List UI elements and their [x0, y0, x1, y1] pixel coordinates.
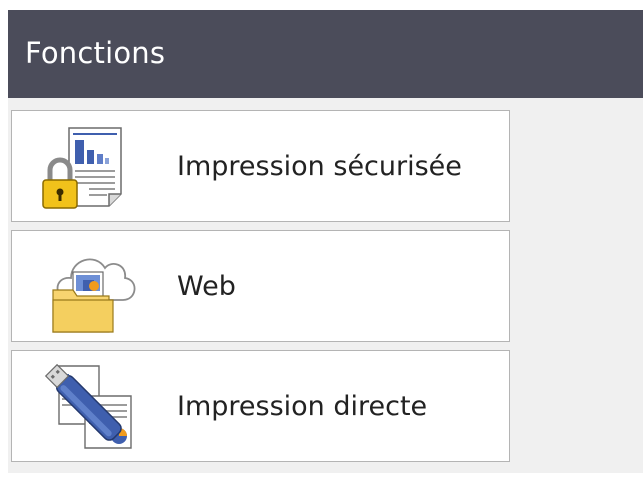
menu-item-label: Impression directe: [177, 391, 428, 422]
bottom-strip: [0, 473, 643, 484]
menu-item-secure-print[interactable]: Impression sécurisée: [11, 110, 510, 222]
menu-item-label: Web: [177, 271, 236, 302]
title-bar: Fonctions: [8, 10, 643, 98]
usb-direct-print-icon: [39, 360, 139, 454]
menu-item-web[interactable]: Web: [11, 230, 510, 342]
menu-item-direct-print[interactable]: Impression directe: [11, 350, 510, 462]
secure-print-lock-icon: [39, 120, 139, 214]
page-title: Fonctions: [25, 36, 166, 70]
menu-item-label: Impression sécurisée: [177, 151, 462, 182]
web-cloud-folder-icon: [39, 240, 139, 334]
